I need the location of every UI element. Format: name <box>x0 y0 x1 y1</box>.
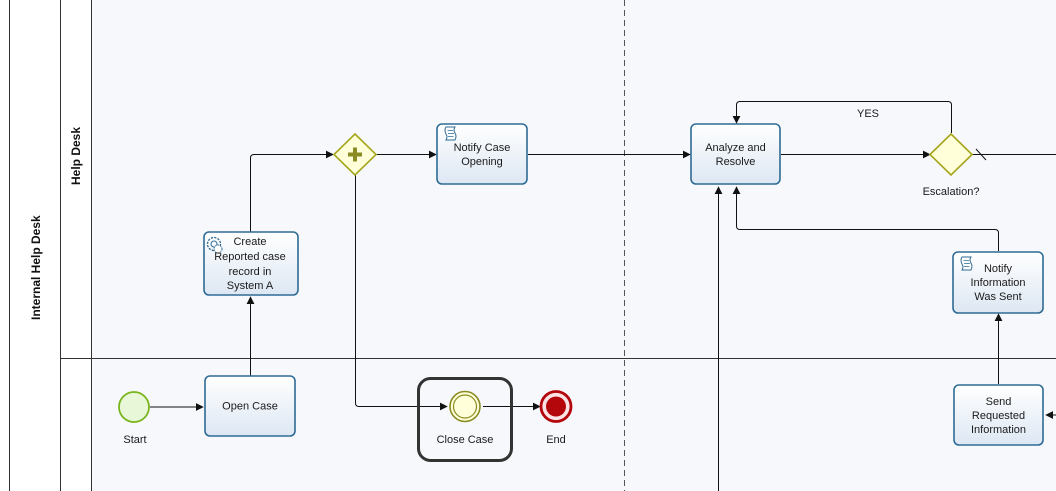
lane-label-help-desk: Help Desk <box>69 127 83 185</box>
close-case-label: Close Case <box>437 434 494 446</box>
start-event[interactable] <box>118 391 150 423</box>
end-event-label: End <box>546 434 566 446</box>
task-analyze-and-resolve[interactable]: Analyze and Resolve <box>690 123 781 185</box>
task-label-line-2: Resolve <box>716 156 756 168</box>
task-label-line-1: Send <box>986 396 1012 408</box>
task-label-line-2: Information <box>970 277 1025 289</box>
task-label-line-3: record in <box>229 266 272 278</box>
task-label-line-1: Analyze and <box>705 142 766 154</box>
task-label-line-2: Requested <box>972 410 1025 422</box>
task-label-line-2: Opening <box>461 156 503 168</box>
pool-label: Internal Help Desk <box>29 215 43 320</box>
task-label-line-1: Create <box>233 236 266 248</box>
task-notify-case-opening[interactable]: Notify Case Opening <box>436 123 528 185</box>
bpmn-diagram: Internal Help Desk Help Desk YES Open Ca… <box>0 0 1056 491</box>
task-label-line-1: Notify <box>984 263 1013 275</box>
task-open-case[interactable]: Open Case <box>204 375 296 437</box>
task-notify-information-sent[interactable]: Notify Information Was Sent <box>952 251 1044 314</box>
task-label-line-3: Was Sent <box>974 291 1021 303</box>
start-event-label: Start <box>123 434 146 446</box>
task-label-line-2: Reported case <box>214 251 286 263</box>
task-create-record[interactable]: Create Reported case record in System A <box>203 231 299 296</box>
flow-label-yes: YES <box>857 108 879 120</box>
script-icon <box>960 256 973 271</box>
task-label-line-1: Notify Case <box>454 142 511 154</box>
gateway-label-escalation: Escalation? <box>923 186 980 198</box>
script-icon <box>444 126 457 141</box>
end-event[interactable] <box>539 390 573 423</box>
task-label: Open Case <box>222 401 278 413</box>
task-label-line-4: System A <box>227 280 274 292</box>
task-label-line-3: Information <box>971 424 1026 436</box>
task-send-requested-information[interactable]: Send Requested Information <box>953 384 1044 446</box>
